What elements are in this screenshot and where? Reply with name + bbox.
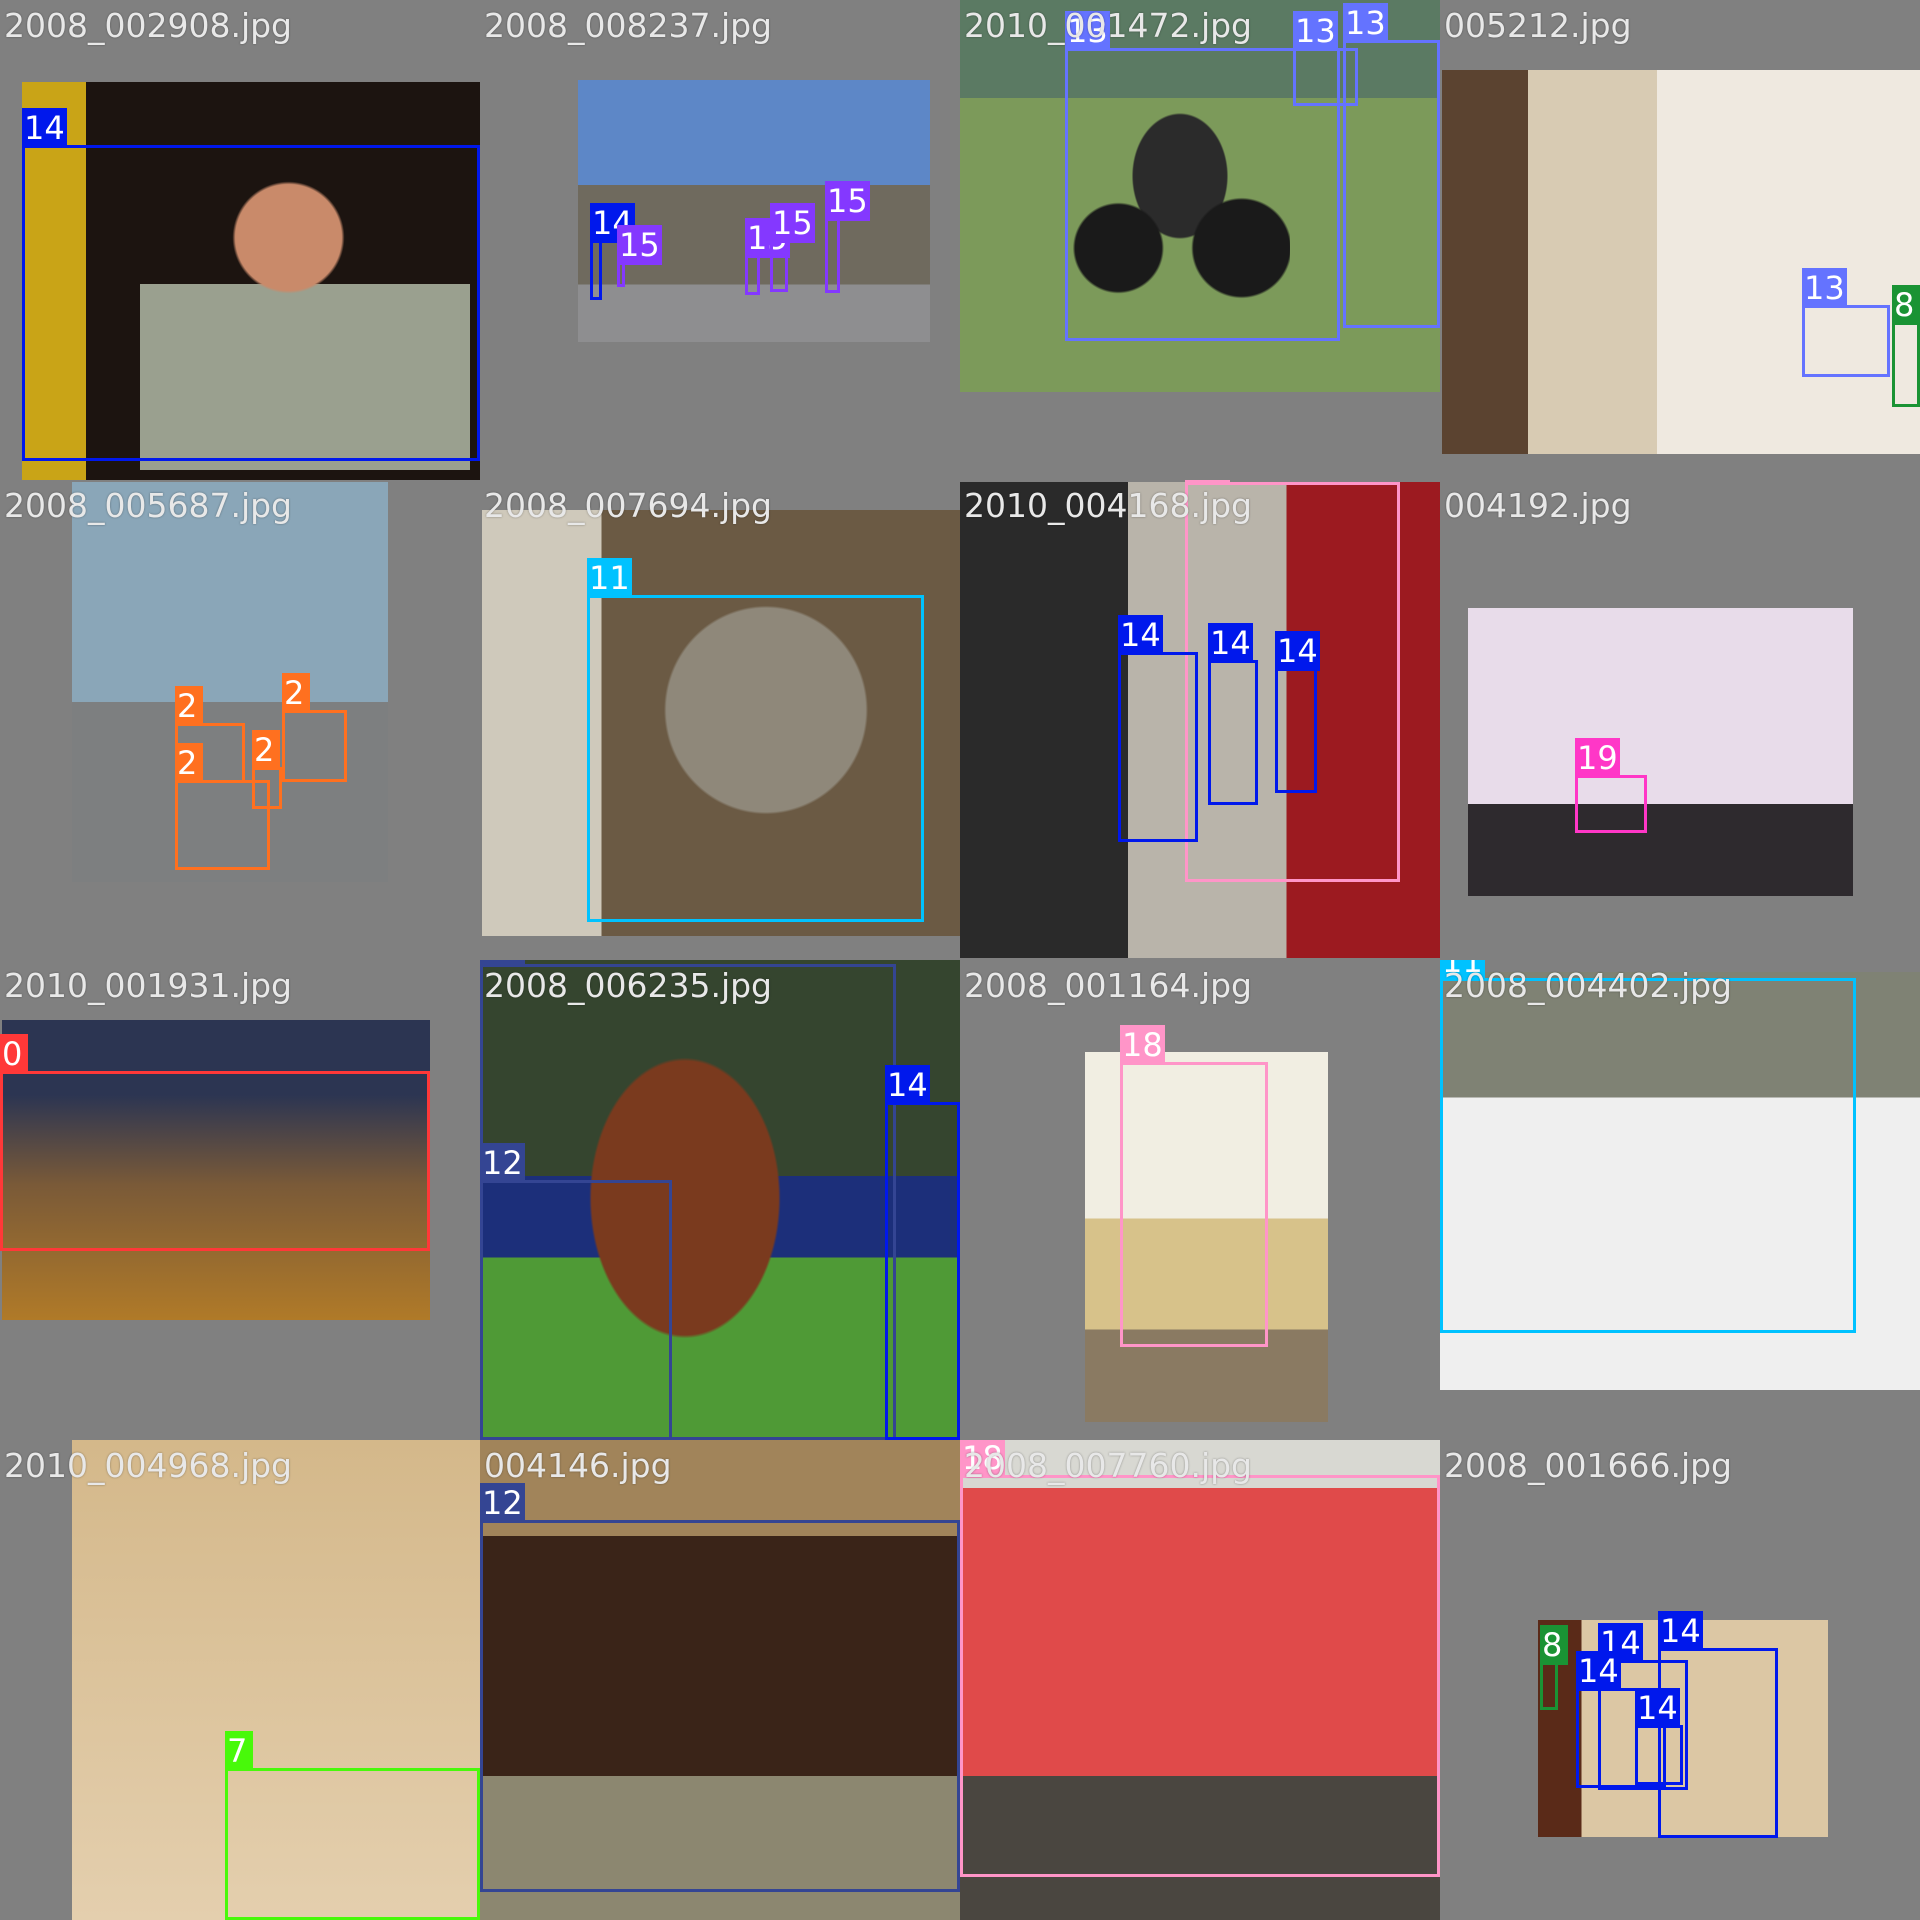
image-filename: 2008_006235.jpg: [484, 966, 773, 1005]
bbox-person: 14: [590, 203, 635, 300]
mosaic-tile: 2008_007760.jpg 18: [960, 1440, 1440, 1920]
mosaic-tile: 2010_001931.jpg 0: [0, 960, 480, 1440]
class-label: 15: [770, 203, 815, 243]
bbox-horse: 12: [480, 1483, 960, 1892]
class-label: 2: [282, 673, 310, 713]
mosaic-tile: 2008_005687.jpg 2 2 2 2: [0, 480, 480, 960]
class-label: 13: [1293, 11, 1338, 51]
class-label: 8: [1892, 285, 1920, 325]
image-filename: 2010_001472.jpg: [964, 6, 1253, 45]
bbox-motorbike: 13: [1343, 3, 1440, 328]
image-filename: 2010_004168.jpg: [964, 486, 1253, 525]
mosaic-tile: 2008_004402.jpg 11: [1440, 960, 1920, 1440]
image-filename: 2008_007760.jpg: [964, 1446, 1253, 1485]
image-filename: 005212.jpg: [1444, 6, 1632, 45]
bbox-person: 14: [885, 1065, 960, 1440]
bbox-person: 14: [1118, 615, 1198, 842]
image-filename: 2010_004968.jpg: [4, 1446, 293, 1485]
photo-office: [1468, 608, 1853, 896]
bbox-dog: 11: [587, 558, 924, 922]
mosaic-tile: 2008_001666.jpg 8 14 14 14 14: [1440, 1440, 1920, 1920]
mosaic-tile: 2008_001164.jpg 18: [960, 960, 1440, 1440]
bbox-motorbike: 13: [1802, 268, 1890, 377]
class-label: 14: [885, 1065, 930, 1105]
mosaic-tile: 005212.jpg 13 8: [1440, 0, 1920, 480]
bbox-cat: 7: [225, 1731, 480, 1920]
bbox-bird: 2: [282, 673, 347, 782]
bbox-person: 14: [1635, 1688, 1683, 1785]
class-label: 12: [480, 1483, 525, 1523]
class-label: 14: [1658, 1611, 1703, 1651]
class-label: 13: [1802, 268, 1847, 308]
mosaic-tile: 2008_002908.jpg 14: [0, 0, 480, 480]
image-filename: 2010_001931.jpg: [4, 966, 293, 1005]
class-label: 15: [617, 225, 662, 265]
class-label: 14: [1208, 623, 1253, 663]
mosaic-tile: 2010_004968.jpg 7: [0, 1440, 480, 1920]
class-label: 13: [1343, 3, 1388, 43]
bbox-aeroplane: 0: [0, 1034, 430, 1251]
class-label: 19: [1575, 738, 1620, 778]
image-filename: 2008_005687.jpg: [4, 486, 293, 525]
image-filename: 2008_001164.jpg: [964, 966, 1253, 1005]
class-label: 12: [480, 1143, 525, 1183]
mosaic-tile: 2008_007694.jpg 11: [480, 480, 960, 960]
class-label: 7: [225, 1731, 253, 1771]
image-filename: 2008_004402.jpg: [1444, 966, 1733, 1005]
class-label: 14: [1275, 631, 1320, 671]
image-filename: 2008_007694.jpg: [484, 486, 773, 525]
class-label: 14: [1635, 1688, 1680, 1728]
bbox-pottedplant: 15: [770, 203, 815, 292]
bbox-pottedplant: 15: [825, 181, 870, 293]
class-label: 14: [1118, 615, 1163, 655]
photo-room: [1442, 70, 1920, 454]
bbox-person: 14: [1275, 631, 1320, 793]
bbox-pottedplant: 15: [745, 218, 790, 295]
class-label: 2: [175, 743, 203, 783]
bbox-train: 18: [960, 1440, 1440, 1877]
class-label: 15: [825, 181, 870, 221]
bbox-pottedplant: 15: [617, 225, 662, 287]
class-label: 0: [0, 1034, 28, 1074]
image-filename: 2008_002908.jpg: [4, 6, 293, 45]
bbox-bird: 2: [175, 743, 270, 870]
class-label: 2: [252, 730, 280, 770]
image-filename: 004146.jpg: [484, 1446, 672, 1485]
image-filename: 2008_008237.jpg: [484, 6, 773, 45]
class-label: 8: [1540, 1625, 1568, 1665]
bbox-person: 14: [22, 108, 480, 461]
bbox-train: 18: [1120, 1025, 1268, 1347]
class-label: 14: [1576, 1651, 1621, 1691]
image-filename: 2008_001666.jpg: [1444, 1446, 1733, 1485]
bbox-person: 14: [1208, 623, 1258, 805]
image-filename: 004192.jpg: [1444, 486, 1632, 525]
class-label: 18: [1185, 480, 1230, 485]
mosaic-tile: 004192.jpg 19: [1440, 480, 1920, 960]
class-label: 11: [587, 558, 632, 598]
mosaic-tile: 004146.jpg 12: [480, 1440, 960, 1920]
bbox-chair: 8: [1540, 1625, 1568, 1710]
class-label: 2: [175, 686, 203, 726]
bbox-dog: 11: [1440, 960, 1856, 1333]
bbox-horse: 12: [480, 1143, 672, 1440]
mosaic-tile: 2008_008237.jpg 14 15 15 15 15: [480, 0, 960, 480]
bbox-tvmonitor: 19: [1575, 738, 1647, 833]
bbox-chair: 8: [1892, 285, 1920, 407]
class-label: 14: [22, 108, 67, 148]
mosaic-tile: 2010_001472.jpg 13 13 13: [960, 0, 1440, 480]
mosaic-tile: 2008_006235.jpg 12 12 14: [480, 960, 960, 1440]
class-label: 18: [1120, 1025, 1165, 1065]
mosaic-tile: 2010_004168.jpg 18 14 14 14: [960, 480, 1440, 960]
